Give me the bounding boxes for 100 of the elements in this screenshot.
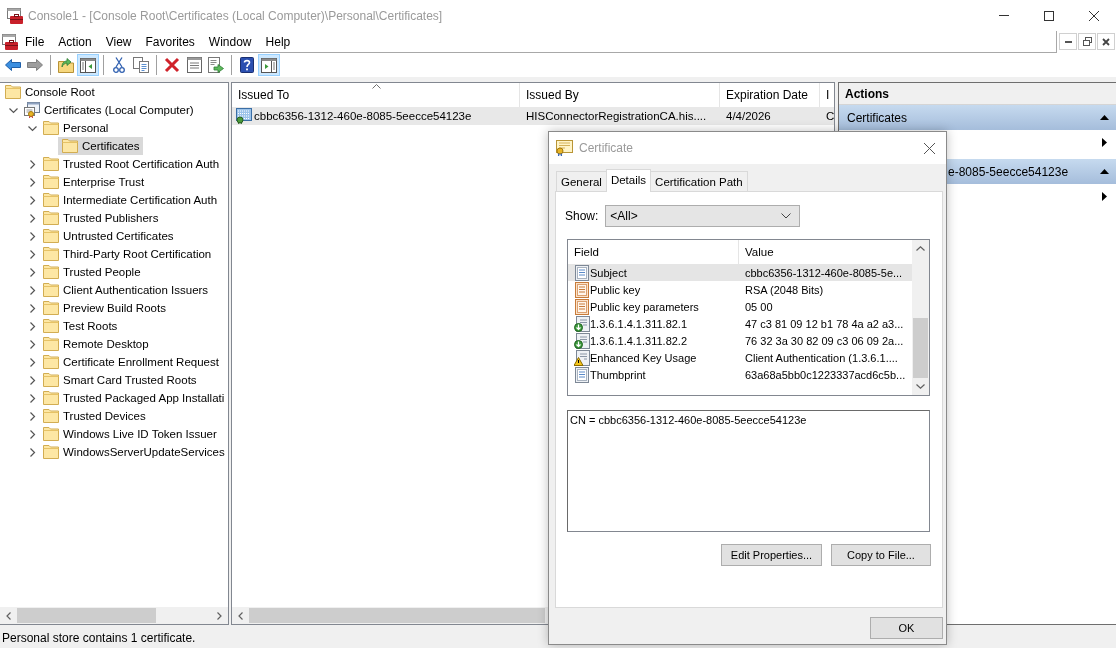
- scrollbar-thumb[interactable]: [17, 608, 156, 623]
- detail-text-box[interactable]: CN = cbbc6356-1312-460e-8085-5eecce54123e: [567, 410, 930, 532]
- chevron-down-icon[interactable]: [28, 123, 37, 133]
- chevron-right-icon[interactable]: [28, 357, 37, 367]
- app-icon[interactable]: [2, 33, 18, 50]
- field-name: Thumbprint: [590, 368, 646, 381]
- forward-arrow-icon: [27, 59, 43, 71]
- up-triangle-icon[interactable]: [1100, 115, 1109, 120]
- menu-item[interactable]: File: [18, 31, 52, 52]
- field-name: Enhanced Key Usage: [590, 351, 697, 364]
- sort-up-icon: [371, 84, 381, 89]
- chevron-right-icon[interactable]: [28, 447, 37, 457]
- tree-item[interactable]: Intermediate Certification Auth: [39, 191, 221, 209]
- menu-item[interactable]: Action: [51, 31, 99, 52]
- tree-item[interactable]: Untrusted Certificates: [39, 227, 177, 245]
- folder-icon: [43, 211, 59, 225]
- tree-item[interactable]: Windows Live ID Token Issuer: [39, 425, 220, 443]
- chevron-right-icon[interactable]: [28, 285, 37, 295]
- menu-item[interactable]: Help: [258, 31, 298, 52]
- document-icon: [574, 298, 590, 315]
- chevron-right-icon[interactable]: [28, 429, 37, 439]
- chevron-right-icon[interactable]: [28, 375, 37, 385]
- field-value: Client Authentication (1.3.6.1....: [744, 351, 898, 364]
- tree-item[interactable]: Console Root: [1, 83, 98, 101]
- up-triangle-icon[interactable]: [1100, 169, 1109, 174]
- menu-item[interactable]: Favorites: [138, 31, 202, 52]
- menu-item[interactable]: View: [98, 31, 139, 52]
- tree-item[interactable]: Certificates (Local Computer): [20, 101, 197, 119]
- tree-item[interactable]: Remote Desktop: [39, 335, 152, 353]
- folder-icon: [43, 121, 59, 135]
- show-dropdown[interactable]: <All>: [605, 205, 801, 227]
- tree-item[interactable]: Certificates: [58, 137, 143, 155]
- scrollbar-thumb[interactable]: [249, 608, 545, 623]
- list-row[interactable]: cbbc6356-1312-460e-8085-5eecce54123e HISConnectorRegistrationCA.his.... 4/4/2026 C: [232, 107, 834, 125]
- child-minimize-button[interactable]: [1059, 33, 1077, 50]
- chevron-right-icon[interactable]: [28, 159, 37, 169]
- certificate-icon: [556, 140, 573, 156]
- certificate-icon: [236, 108, 252, 124]
- field-row[interactable]: Public key RSA (2048 Bits): [568, 281, 912, 298]
- chevron-down-icon[interactable]: [9, 105, 18, 115]
- field-row[interactable]: Enhanced Key Usage Client Authentication (1.3.6.1....: [568, 349, 912, 366]
- menu-item[interactable]: Window: [201, 31, 259, 52]
- tree-item[interactable]: Trusted Publishers: [39, 209, 162, 227]
- maximize-icon: [1043, 10, 1054, 21]
- field-row[interactable]: Subject cbbc6356-1312-460e-8085-5e...: [568, 264, 912, 281]
- tree-item[interactable]: Trusted Root Certification Auth: [39, 155, 223, 173]
- field-value: 76 32 3a 30 82 09 c3 06 09 2a...: [744, 334, 904, 347]
- folder-icon: [43, 373, 59, 387]
- close-icon: [1088, 10, 1099, 21]
- child-restore-button[interactable]: [1078, 33, 1096, 50]
- tree-item[interactable]: Trusted People: [39, 263, 144, 281]
- tree-item[interactable]: Trusted Packaged App Installati: [39, 389, 228, 407]
- field-row[interactable]: 1.3.6.1.4.1.311.82.1 47 c3 81 09 12 b1 78 4a a2 a3...: [568, 315, 912, 332]
- scrollbar-thumb[interactable]: [913, 318, 928, 378]
- chevron-right-icon[interactable]: [28, 267, 37, 277]
- field-row[interactable]: 1.3.6.1.4.1.311.82.2 76 32 3a 30 82 09 c3 06 09 2a...: [568, 332, 912, 349]
- chevron-right-icon[interactable]: [28, 177, 37, 187]
- tree-item[interactable]: Test Roots: [39, 317, 121, 335]
- folder-icon: [43, 175, 59, 189]
- field-label: Show:: [565, 209, 599, 223]
- chevron-right-icon[interactable]: [28, 339, 37, 349]
- tree-item[interactable]: WindowsServerUpdateServices: [39, 443, 228, 461]
- chevron-right-icon[interactable]: [28, 195, 37, 205]
- table-cell: cbbc6356-1312-460e-8085-5eecce54123e: [254, 110, 472, 122]
- export-icon: [208, 57, 224, 73]
- tree-item[interactable]: Third-Party Root Certification: [39, 245, 215, 263]
- dialog-button[interactable]: Copy to File...: [831, 544, 931, 566]
- chevron-right-icon[interactable]: [28, 321, 37, 331]
- chevron-right-icon[interactable]: [28, 393, 37, 403]
- ok-button[interactable]: OK: [870, 617, 943, 639]
- tree-item[interactable]: Trusted Devices: [39, 407, 149, 425]
- chevron-right-icon[interactable]: [28, 303, 37, 313]
- group-header[interactable]: Certificates: [839, 105, 1116, 130]
- tab[interactable]: General: [556, 171, 607, 191]
- tab[interactable]: Details: [605, 169, 652, 192]
- chevron-right-icon[interactable]: [28, 213, 37, 223]
- folder-icon: [43, 157, 59, 171]
- tree-item[interactable]: Enterprise Trust: [39, 173, 148, 191]
- chevron-right-icon[interactable]: [28, 249, 37, 259]
- tree-item[interactable]: Personal: [39, 119, 112, 137]
- tree-item[interactable]: Preview Build Roots: [39, 299, 169, 317]
- field-row[interactable]: Public key parameters 05 00: [568, 298, 912, 315]
- chevron-right-icon[interactable]: [28, 411, 37, 421]
- field-value: 47 c3 81 09 12 b1 78 4a a2 a3...: [744, 317, 904, 330]
- folder-icon: [43, 337, 59, 351]
- dialog-button[interactable]: Edit Properties...: [721, 544, 822, 566]
- submenu-arrow-icon[interactable]: [1102, 138, 1107, 147]
- field-row[interactable]: Thumbprint 63a68a5bb0c1223337acd6c5b...: [568, 366, 912, 383]
- tree-item[interactable]: Certificate Enrollment Request: [39, 353, 222, 371]
- submenu-arrow-icon[interactable]: [1102, 192, 1107, 201]
- toolbar-button[interactable]: [258, 54, 280, 76]
- child-close-button[interactable]: [1097, 33, 1115, 50]
- tree-item[interactable]: Smart Card Trusted Roots: [39, 371, 200, 389]
- document-icon: [574, 281, 590, 298]
- tab[interactable]: Certification Path: [650, 171, 748, 191]
- chevron-right-icon[interactable]: [28, 231, 37, 241]
- toolbar-button[interactable]: [77, 54, 99, 76]
- dialog-title: Certificate: [579, 141, 635, 155]
- tree-item[interactable]: Client Authentication Issuers: [39, 281, 212, 299]
- document-icon: [574, 264, 590, 281]
